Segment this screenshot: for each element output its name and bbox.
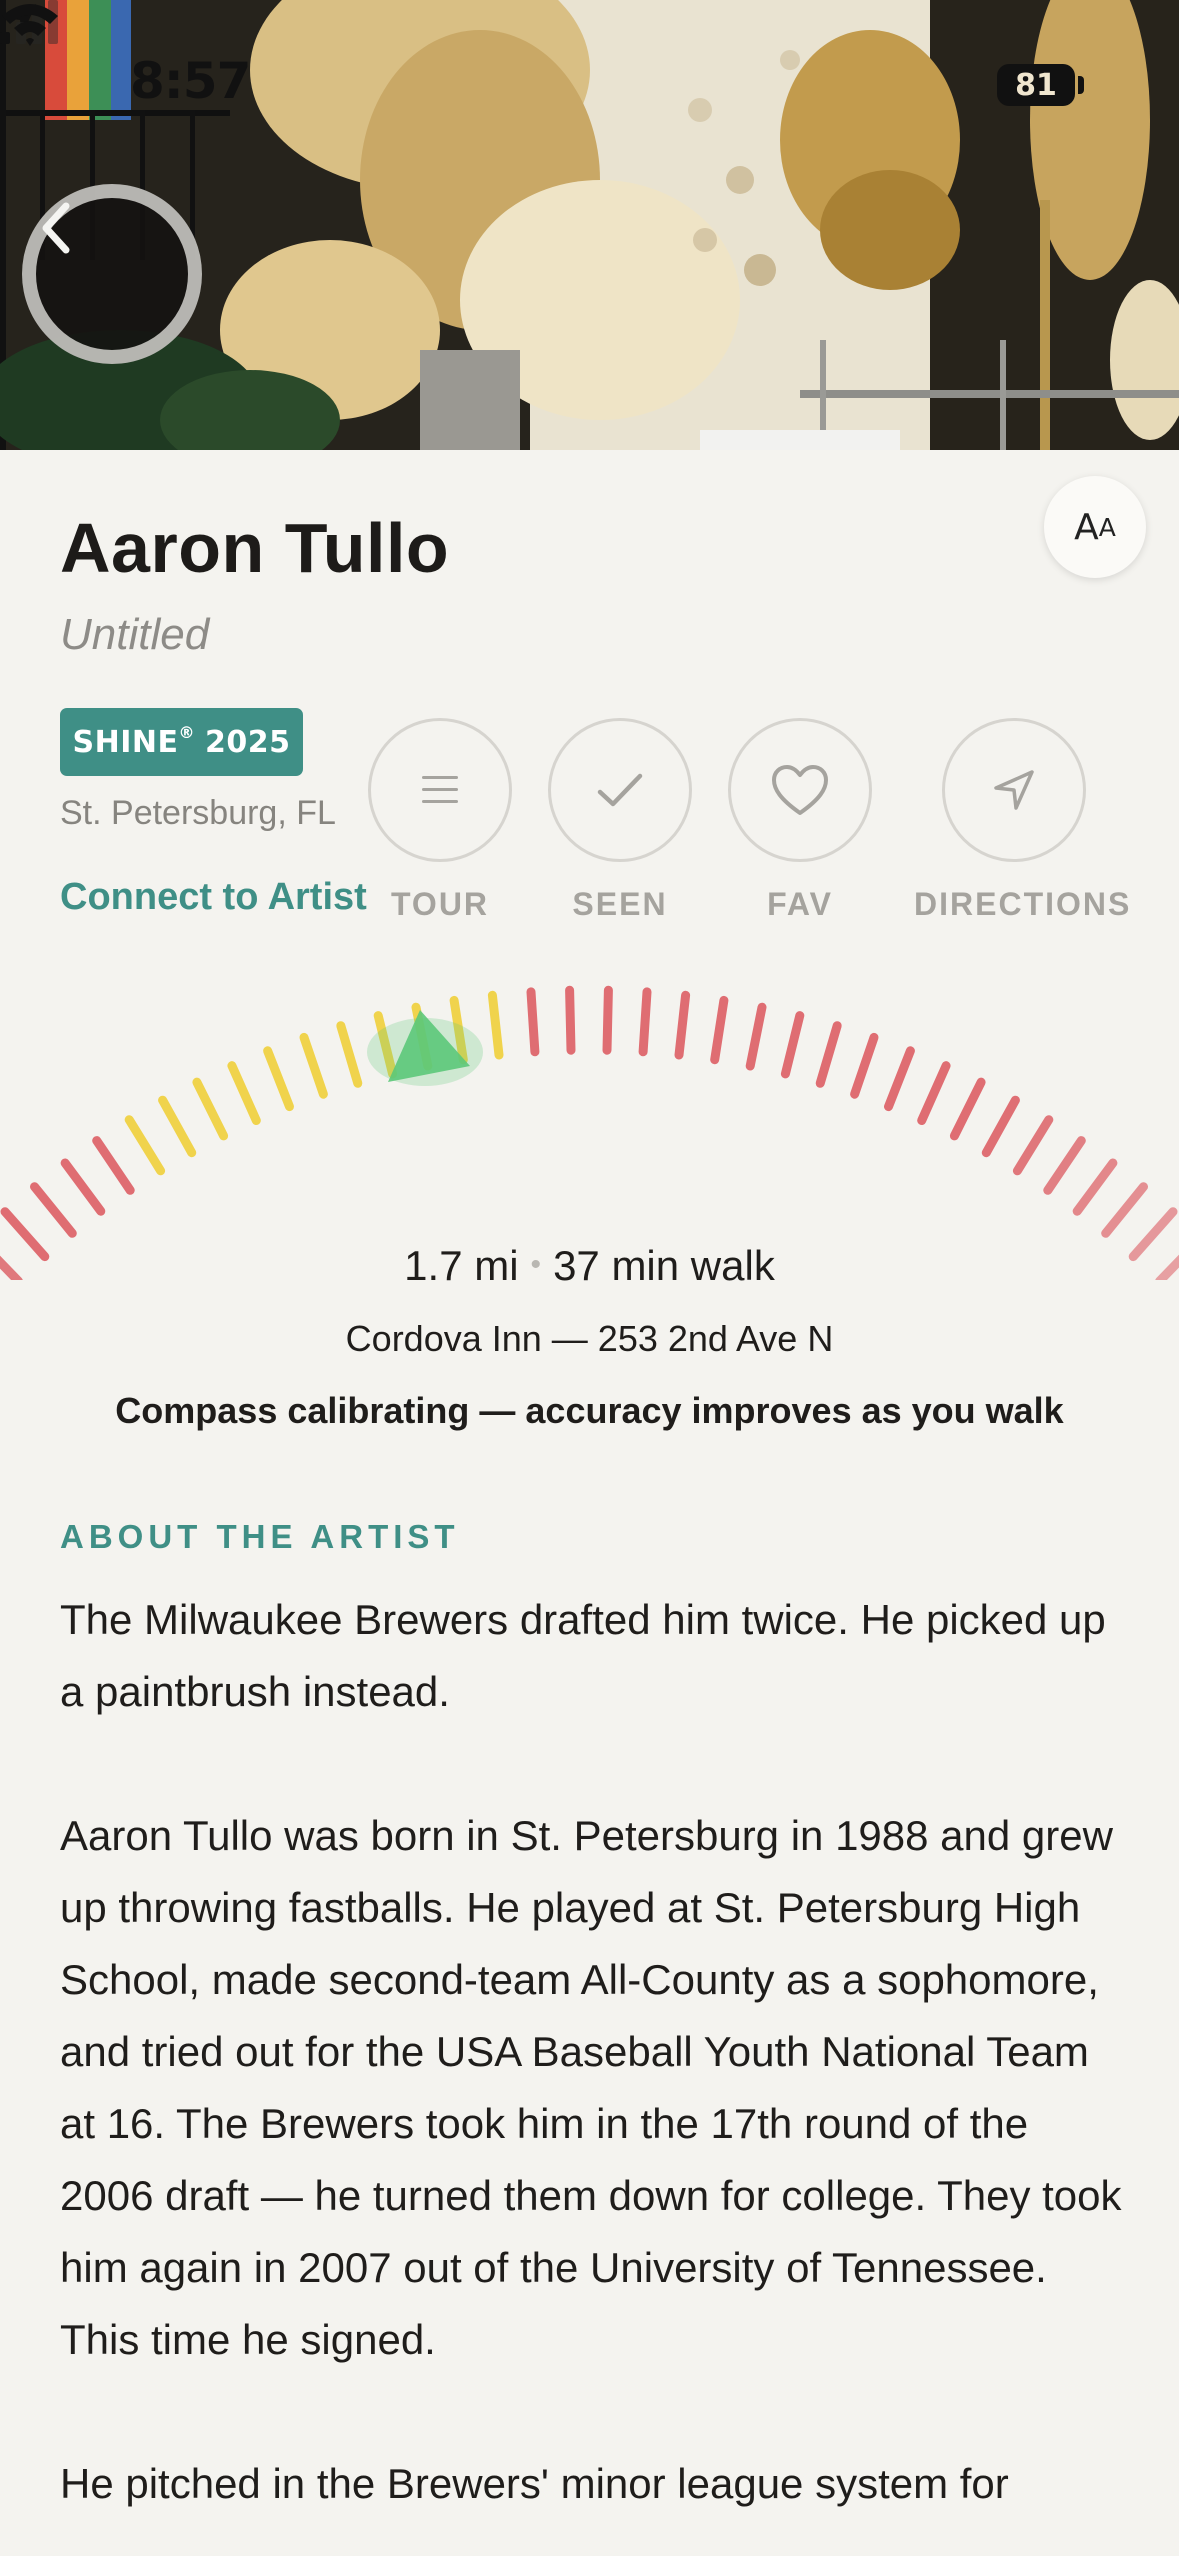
compass-tick [1101,1182,1148,1238]
badge-prefix: SHINE [72,724,179,760]
compass-tick [565,985,576,1055]
text-size-button[interactable]: AA [1044,476,1146,578]
compass-tick [674,990,691,1060]
seen-button[interactable]: SEEN [520,718,720,923]
distance-separator: • [530,1248,542,1281]
walk-time: 37 min walk [553,1242,775,1289]
artist-bio: The Milwaukee Brewers drafted him twice.… [60,1584,1130,2556]
compass-tick [124,1115,166,1176]
distance-value: 1.7 mi [404,1242,519,1289]
chevron-left-icon [42,202,70,254]
compass-tick [815,1021,842,1088]
compass-tick [710,995,729,1065]
seen-button-circle[interactable] [548,718,692,862]
artwork-location: St. Petersburg, FL [60,794,336,832]
distance-readout: 1.7 mi • 37 min walk [0,1242,1179,1290]
badge-year: 2025 [204,724,291,760]
compass-tick [526,987,540,1057]
compass-tick [299,1032,328,1099]
festival-badge: SHINE ® 2025 [60,708,303,776]
tour-button[interactable]: TOUR [340,718,540,923]
wifi-icon [2,4,58,46]
compass-tick [884,1046,915,1112]
directions-label: DIRECTIONS [914,886,1132,922]
connect-to-artist-link[interactable]: Connect to Artist [60,876,367,919]
directions-button[interactable]: DIRECTIONS [914,718,1132,923]
tour-button-circle[interactable] [368,718,512,862]
directions-button-circle[interactable] [942,718,1086,862]
compass-tick [487,990,504,1060]
compass-tick [192,1077,229,1141]
compass-tick [336,1021,363,1088]
compass-dial [0,985,1179,1280]
check-icon [597,773,643,807]
compass-tick [1043,1136,1086,1195]
compass-tick [158,1095,197,1158]
seen-label: SEEN [572,886,668,922]
artwork-photo: 8:57 81 [0,0,1179,450]
compass-tick [745,1002,767,1071]
menu-icon [422,776,458,803]
compass-tick [850,1032,879,1099]
bio-paragraph: The Milwaukee Brewers drafted him twice.… [60,1596,1106,1715]
compass-tick [981,1095,1020,1158]
favorite-button-circle[interactable] [728,718,872,862]
bio-paragraph: He pitched in the Brewers' minor league … [60,2460,1009,2507]
navigation-arrow-icon [994,770,1034,810]
compass-tick [638,987,652,1057]
artist-name: Aaron Tullo [60,509,450,587]
compass-tick [227,1061,261,1125]
compass-calibration-note: Compass calibrating — accuracy improves … [115,1390,1064,1431]
compass-tick [917,1061,951,1125]
compass-tick [60,1158,106,1216]
compass-tick [92,1136,135,1195]
status-bar: 8:57 81 [0,0,1179,170]
battery-indicator: 81 [997,64,1075,106]
tour-label: TOUR [390,886,490,922]
compass-tick [1072,1158,1118,1216]
about-artist-heading: ABOUT THE ARTIST [60,1518,460,1555]
compass-tick [602,985,613,1055]
favorite-button[interactable]: FAV [700,718,900,923]
compass-tick [263,1046,294,1112]
battery-cap [1078,76,1084,94]
compass-tick [780,1011,805,1079]
compass-tick [949,1077,986,1141]
bio-paragraph: Aaron Tullo was born in St. Petersburg i… [60,1812,1122,2363]
compass-tick [30,1182,77,1238]
fav-label: FAV [767,886,833,922]
text-size-big-letter: A [1074,506,1099,548]
text-size-small-letter: A [1098,512,1116,542]
badge-registered-mark: ® [178,722,195,742]
heart-icon [772,765,828,815]
battery-level: 81 [1015,67,1057,103]
artwork-title: Untitled [60,610,210,659]
status-time: 8:57 [130,52,251,110]
artwork-address: Cordova Inn — 253 2nd Ave N [345,1318,834,1359]
back-button[interactable] [22,184,202,364]
compass-tick [1012,1115,1054,1176]
